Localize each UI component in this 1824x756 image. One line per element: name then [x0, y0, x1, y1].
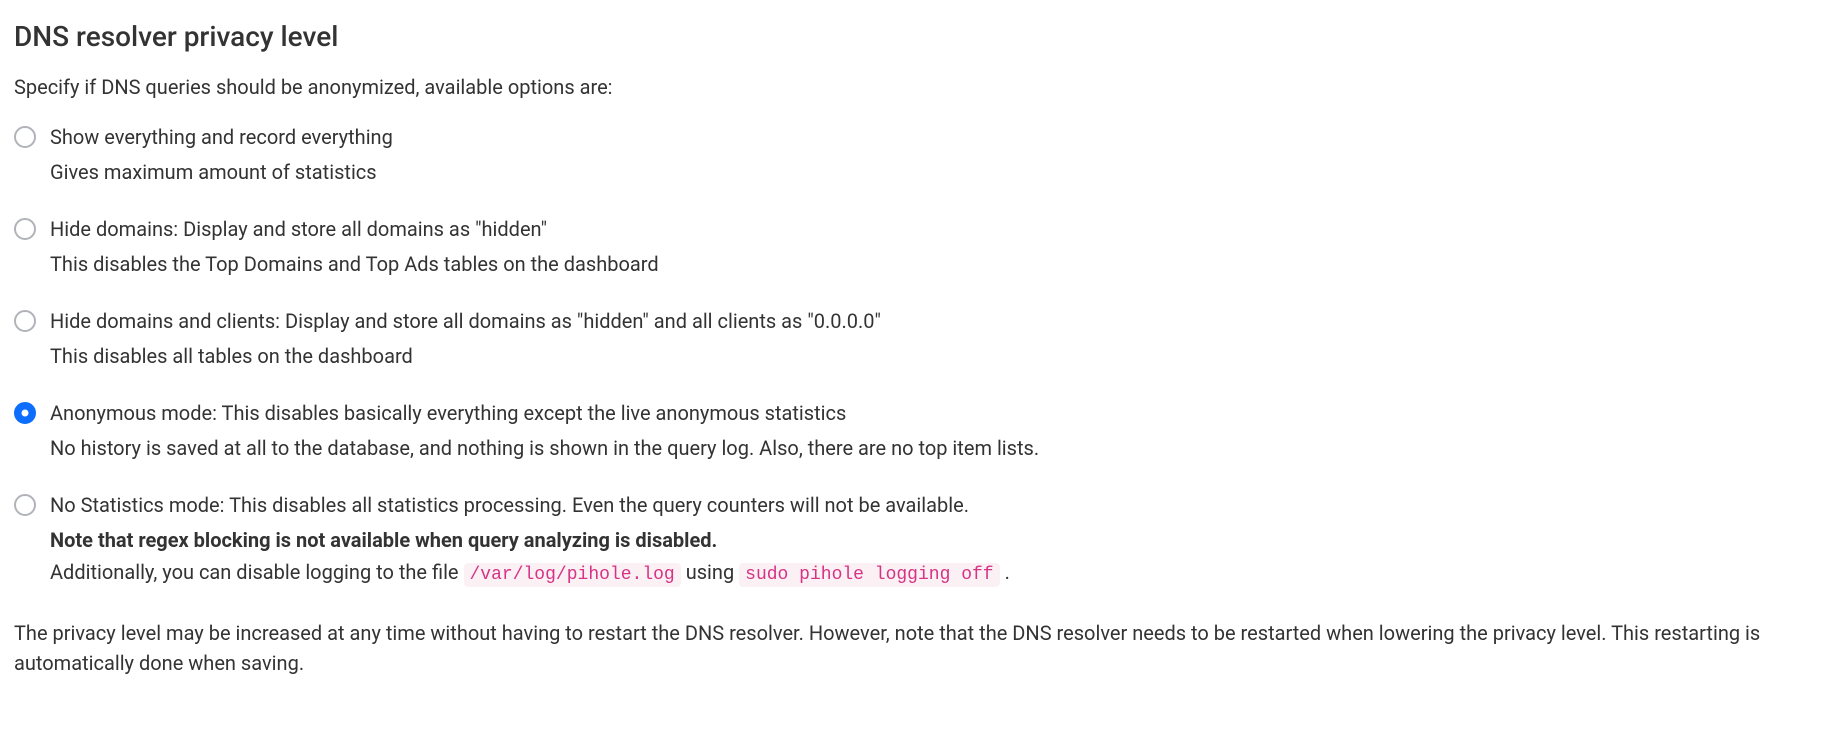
desc-tail-suffix: .: [1000, 560, 1010, 584]
radio-content: No Statistics mode: This disables all st…: [50, 490, 1810, 590]
radio-content: Hide domains: Display and store all doma…: [50, 214, 1810, 280]
radio-icon[interactable]: [14, 494, 36, 516]
desc-tail-prefix: Additionally, you can disable logging to…: [50, 560, 464, 584]
code-log-path: /var/log/pihole.log: [464, 563, 681, 587]
radio-label: Anonymous mode: This disables basically …: [50, 398, 1810, 428]
radio-icon[interactable]: [14, 218, 36, 240]
footer-note: The privacy level may be increased at an…: [14, 618, 1804, 678]
radio-option-no-statistics[interactable]: No Statistics mode: This disables all st…: [14, 490, 1810, 590]
radio-icon[interactable]: [14, 126, 36, 148]
radio-option-hide-domains-clients[interactable]: Hide domains and clients: Display and st…: [14, 306, 1810, 372]
privacy-level-radio-group: Show everything and record everything Gi…: [14, 122, 1810, 590]
radio-label: Hide domains and clients: Display and st…: [50, 306, 1810, 336]
radio-content: Hide domains and clients: Display and st…: [50, 306, 1810, 372]
radio-option-anonymous[interactable]: Anonymous mode: This disables basically …: [14, 398, 1810, 464]
section-title: DNS resolver privacy level: [14, 16, 1810, 58]
intro-text: Specify if DNS queries should be anonymi…: [14, 72, 1810, 102]
radio-option-show-everything[interactable]: Show everything and record everything Gi…: [14, 122, 1810, 188]
radio-content: Show everything and record everything Gi…: [50, 122, 1810, 188]
radio-label: Show everything and record everything: [50, 122, 1810, 152]
radio-description: Gives maximum amount of statistics: [50, 156, 1810, 188]
desc-mid: using: [681, 560, 739, 584]
radio-content: Anonymous mode: This disables basically …: [50, 398, 1810, 464]
radio-description: This disables the Top Domains and Top Ad…: [50, 248, 1810, 280]
radio-description: No history is saved at all to the databa…: [50, 432, 1810, 464]
radio-description: Note that regex blocking is not availabl…: [50, 524, 1810, 590]
radio-option-hide-domains[interactable]: Hide domains: Display and store all doma…: [14, 214, 1810, 280]
radio-description: This disables all tables on the dashboar…: [50, 340, 1810, 372]
radio-label: No Statistics mode: This disables all st…: [50, 490, 1810, 520]
radio-icon[interactable]: [14, 310, 36, 332]
radio-icon[interactable]: [14, 402, 36, 424]
warning-text: Note that regex blocking is not availabl…: [50, 528, 717, 552]
radio-label: Hide domains: Display and store all doma…: [50, 214, 1810, 244]
code-command: sudo pihole logging off: [739, 563, 999, 587]
